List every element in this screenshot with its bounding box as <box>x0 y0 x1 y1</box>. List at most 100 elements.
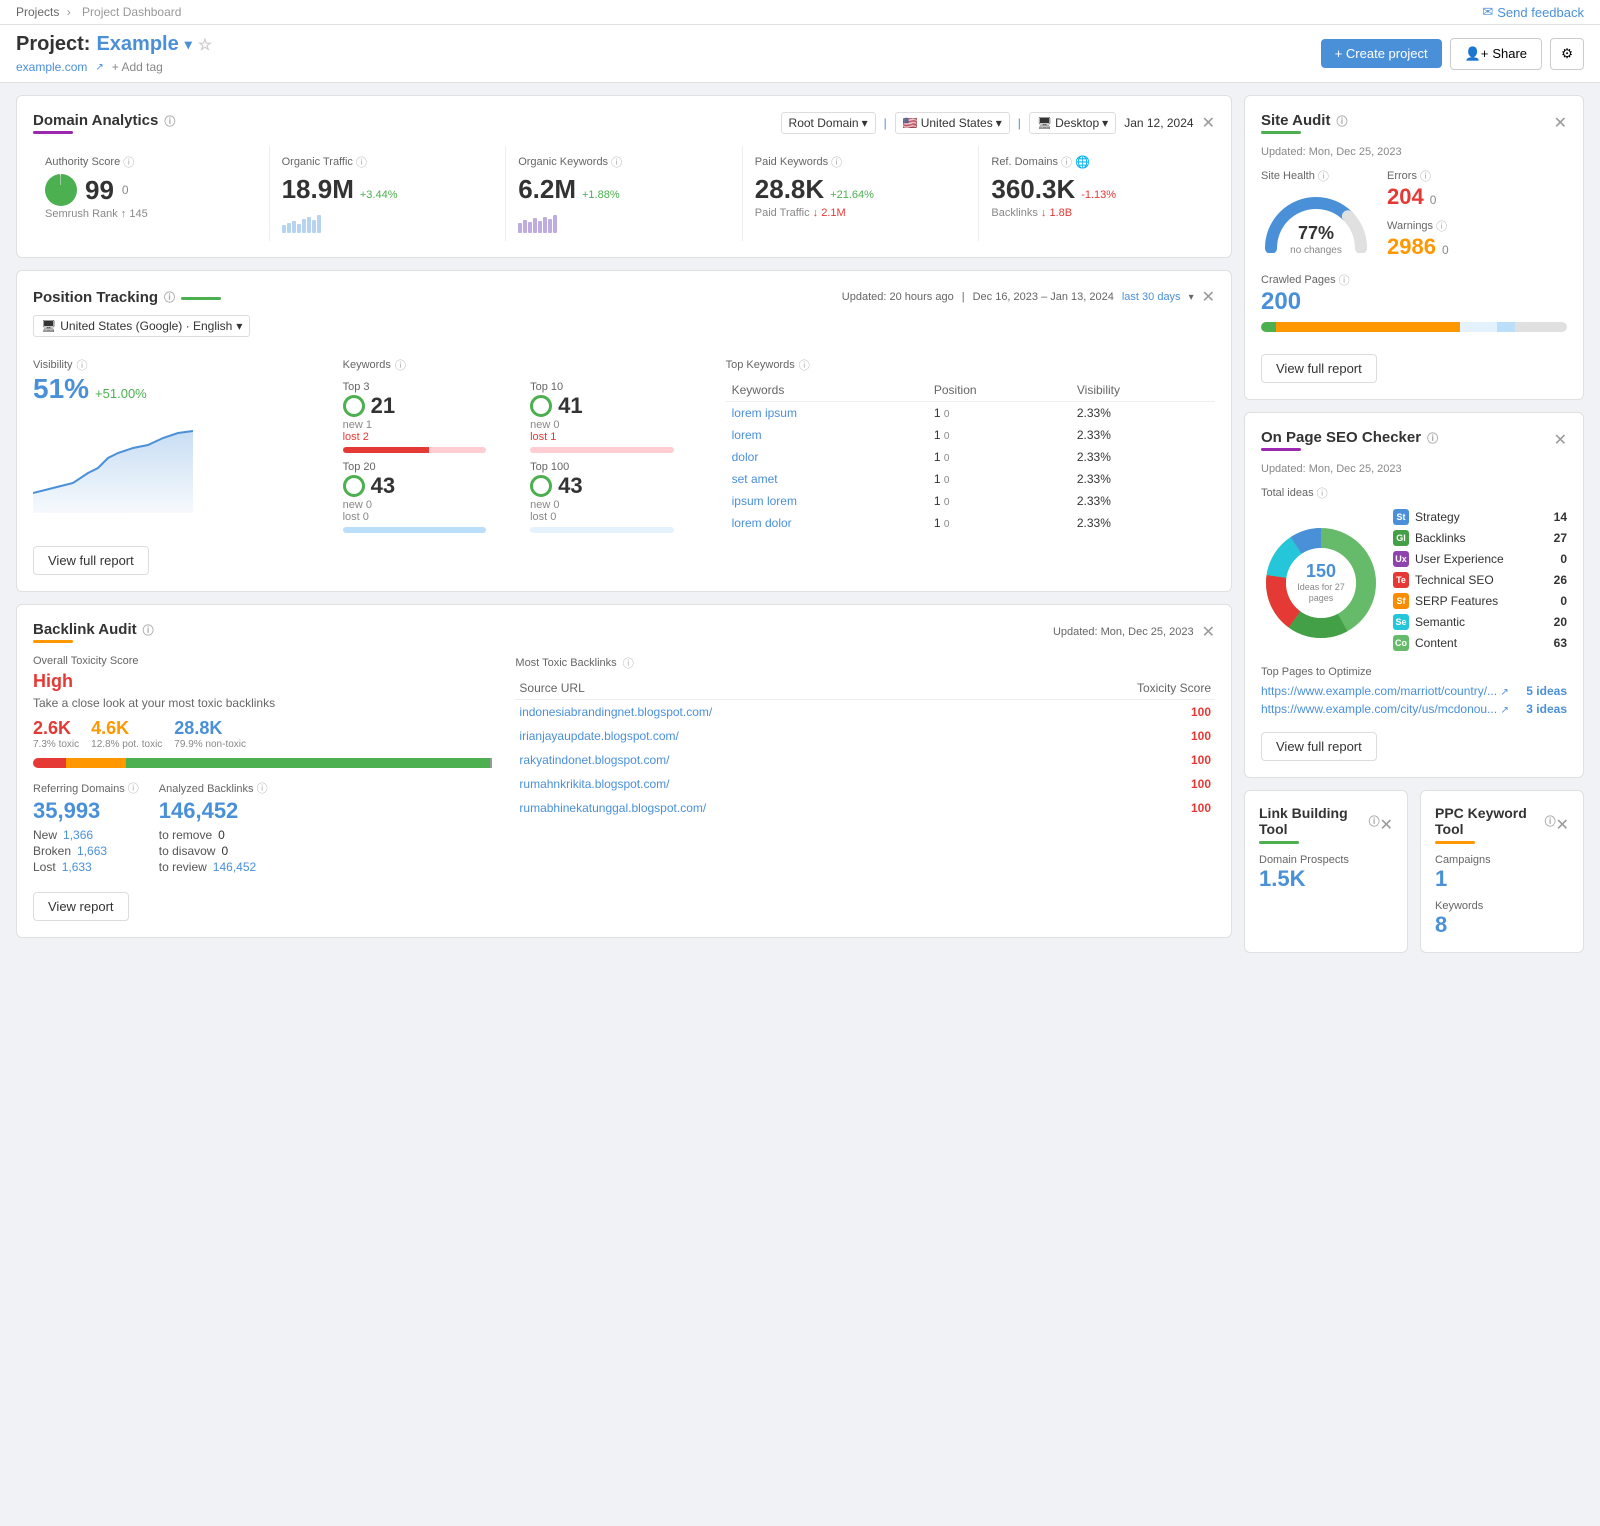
lb-info-icon[interactable]: ⓘ <box>1369 813 1380 829</box>
site-audit-card: Site Audit ⓘ ✕ Updated: Mon, Dec 25, 202… <box>1244 95 1584 400</box>
close-ba-icon[interactable]: ✕ <box>1202 622 1215 642</box>
ba-view-report-button[interactable]: View report <box>33 892 129 921</box>
mt-info-icon[interactable]: ⓘ <box>623 655 634 671</box>
top3-circle <box>343 395 365 417</box>
ok-info-icon[interactable]: ⓘ <box>611 154 622 170</box>
table-row: irianjayaupdate.blogspot.com/ 100 <box>515 724 1215 748</box>
sa-header: Site Audit ⓘ ✕ <box>1261 112 1567 134</box>
table-row: rakyatindonet.blogspot.com/ 100 <box>515 748 1215 772</box>
err-info-icon[interactable]: ⓘ <box>1420 168 1431 184</box>
ops-view-report-button[interactable]: View full report <box>1261 732 1377 761</box>
breadcrumb: Projects › Project Dashboard <box>16 5 185 19</box>
ppc-info-icon[interactable]: ⓘ <box>1545 813 1556 829</box>
ba-bar-non-toxic <box>126 758 490 768</box>
ba-info-icon[interactable]: ⓘ <box>143 622 154 638</box>
sa-seg-other2 <box>1497 322 1515 332</box>
star-icon[interactable]: ☆ <box>198 35 212 55</box>
da-info-icon[interactable]: ⓘ <box>164 113 175 129</box>
ops-header: On Page SEO Checker ⓘ ✕ <box>1261 429 1567 451</box>
breadcrumb-projects[interactable]: Projects <box>16 5 59 19</box>
left-column: Domain Analytics ⓘ Root Domain ▾ | 🇺🇸 <box>16 95 1232 953</box>
authority-gauge <box>45 174 77 206</box>
project-title: Project: Example ▾ ☆ <box>16 33 212 56</box>
close-sa-icon[interactable]: ✕ <box>1554 113 1567 133</box>
tk-info-icon[interactable]: ⓘ <box>799 357 810 373</box>
cp-info-icon[interactable]: ⓘ <box>1339 272 1350 288</box>
sa-view-report-button[interactable]: View full report <box>1261 354 1377 383</box>
dropdown-arrow-icon[interactable]: ▾ <box>185 36 192 53</box>
sa-info-icon[interactable]: ⓘ <box>1336 113 1347 129</box>
sa-gauge: 77% no changes <box>1261 188 1371 258</box>
ab-info-icon[interactable]: ⓘ <box>257 783 268 795</box>
desktop-pt-icon: 🖥 <box>41 319 56 333</box>
top100-bar <box>530 527 674 533</box>
pt-info-icon[interactable]: ⓘ <box>164 289 175 305</box>
domain-analytics-card: Domain Analytics ⓘ Root Domain ▾ | 🇺🇸 <box>16 95 1232 258</box>
location-dropdown-icon: ▾ <box>236 319 242 333</box>
ba-bar-pot-toxic <box>66 758 127 768</box>
share-button[interactable]: 👤+ Share <box>1450 38 1542 70</box>
ops-dot: Sf <box>1393 593 1409 609</box>
table-row: indonesiabrandingnet.blogspot.com/ 100 <box>515 700 1215 725</box>
filter-device[interactable]: 🖥 Desktop ▾ <box>1029 112 1116 134</box>
create-project-button[interactable]: + Create project <box>1321 39 1442 68</box>
filter-country[interactable]: 🇺🇸 United States ▾ <box>895 112 1010 134</box>
da-title-bar: Domain Analytics ⓘ <box>33 112 175 134</box>
ppc-title: PPC Keyword Tool ⓘ <box>1435 805 1556 837</box>
ot-info-icon[interactable]: ⓘ <box>356 154 367 170</box>
sh-info-icon[interactable]: ⓘ <box>1318 168 1329 184</box>
ppc-keyword-card: PPC Keyword Tool ⓘ ✕ Campaigns 1 Keyword… <box>1420 790 1584 953</box>
table-row: ipsum lorem 1 0 2.33% <box>726 490 1215 512</box>
kw-info-icon[interactable]: ⓘ <box>395 357 406 373</box>
close-ops-icon[interactable]: ✕ <box>1554 430 1567 450</box>
table-row: lorem 1 0 2.33% <box>726 424 1215 446</box>
close-pt-icon[interactable]: ✕ <box>1202 287 1215 307</box>
close-ppc-icon[interactable]: ✕ <box>1556 815 1569 835</box>
backlink-audit-card: Backlink Audit ⓘ Updated: Mon, Dec 25, 2… <box>16 604 1232 938</box>
table-row: lorem dolor 1 0 2.33% <box>726 512 1215 534</box>
rd-info-icon[interactable]: ⓘ <box>1061 154 1072 170</box>
sa-seg-warning <box>1276 322 1460 332</box>
project-name[interactable]: Example <box>96 33 178 56</box>
table-row: dolor 1 0 2.33% <box>726 446 1215 468</box>
sa-underline <box>1261 131 1301 134</box>
ops-info-icon[interactable]: ⓘ <box>1427 430 1438 446</box>
add-tag-btn[interactable]: + Add tag <box>112 60 163 74</box>
ba-title: Backlink Audit ⓘ <box>33 621 154 638</box>
ops-page-row: https://www.example.com/marriott/country… <box>1261 684 1567 698</box>
date-dropdown-icon[interactable]: ▾ <box>1189 292 1194 303</box>
rd2-info-icon[interactable]: ⓘ <box>128 783 139 795</box>
pt-location[interactable]: 🖥 United States (Google) · English ▾ <box>33 315 250 337</box>
pt-view-report-button[interactable]: View full report <box>33 546 149 575</box>
da-ref-domains: Ref. Domains ⓘ 🌐 360.3K -1.13% Backlinks… <box>979 146 1215 241</box>
authority-info-icon[interactable]: ⓘ <box>123 154 134 170</box>
header-left: Project: Example ▾ ☆ example.com ↗ + Add… <box>16 33 212 74</box>
send-feedback-btn[interactable]: ✉ Send feedback <box>1482 4 1584 20</box>
ppc-underline <box>1435 841 1475 844</box>
ba-bar-toxic <box>33 758 66 768</box>
lb-underline <box>1259 841 1299 844</box>
globe-icon: 🌐 <box>1075 155 1090 169</box>
filter-date: Jan 12, 2024 <box>1124 116 1193 130</box>
settings-button[interactable]: ⚙ <box>1550 38 1584 70</box>
warn-info-icon[interactable]: ⓘ <box>1436 218 1447 234</box>
da-title-underline <box>33 131 73 134</box>
ops-page-row: https://www.example.com/city/us/mcdonou.… <box>1261 702 1567 716</box>
page-header: Project: Example ▾ ☆ example.com ↗ + Add… <box>0 25 1600 83</box>
last30-dropdown[interactable]: last 30 days <box>1122 291 1181 303</box>
close-da-icon[interactable]: ✕ <box>1202 113 1215 133</box>
pt-top-keywords: Top Keywords ⓘ Keywords Position Visibil… <box>726 357 1215 534</box>
sep1: | <box>884 116 887 130</box>
link-building-card: Link Building Tool ⓘ ✕ Domain Prospects … <box>1244 790 1408 953</box>
vis-info-icon[interactable]: ⓘ <box>77 357 88 373</box>
bottom-cards: Link Building Tool ⓘ ✕ Domain Prospects … <box>1244 790 1584 953</box>
main-layout: Domain Analytics ⓘ Root Domain ▾ | 🇺🇸 <box>0 83 1600 965</box>
url-text[interactable]: example.com <box>16 60 87 74</box>
ti-info-icon[interactable]: ⓘ <box>1317 485 1328 501</box>
close-lb-icon[interactable]: ✕ <box>1380 815 1393 835</box>
pk-info-icon[interactable]: ⓘ <box>831 154 842 170</box>
pt-header: Position Tracking ⓘ Updated: 20 hours ag… <box>33 287 1215 307</box>
external-link-icon[interactable]: ↗ <box>95 62 103 73</box>
filter-root-domain[interactable]: Root Domain ▾ <box>781 112 876 134</box>
ops-pages: Top Pages to Optimize https://www.exampl… <box>1261 666 1567 716</box>
